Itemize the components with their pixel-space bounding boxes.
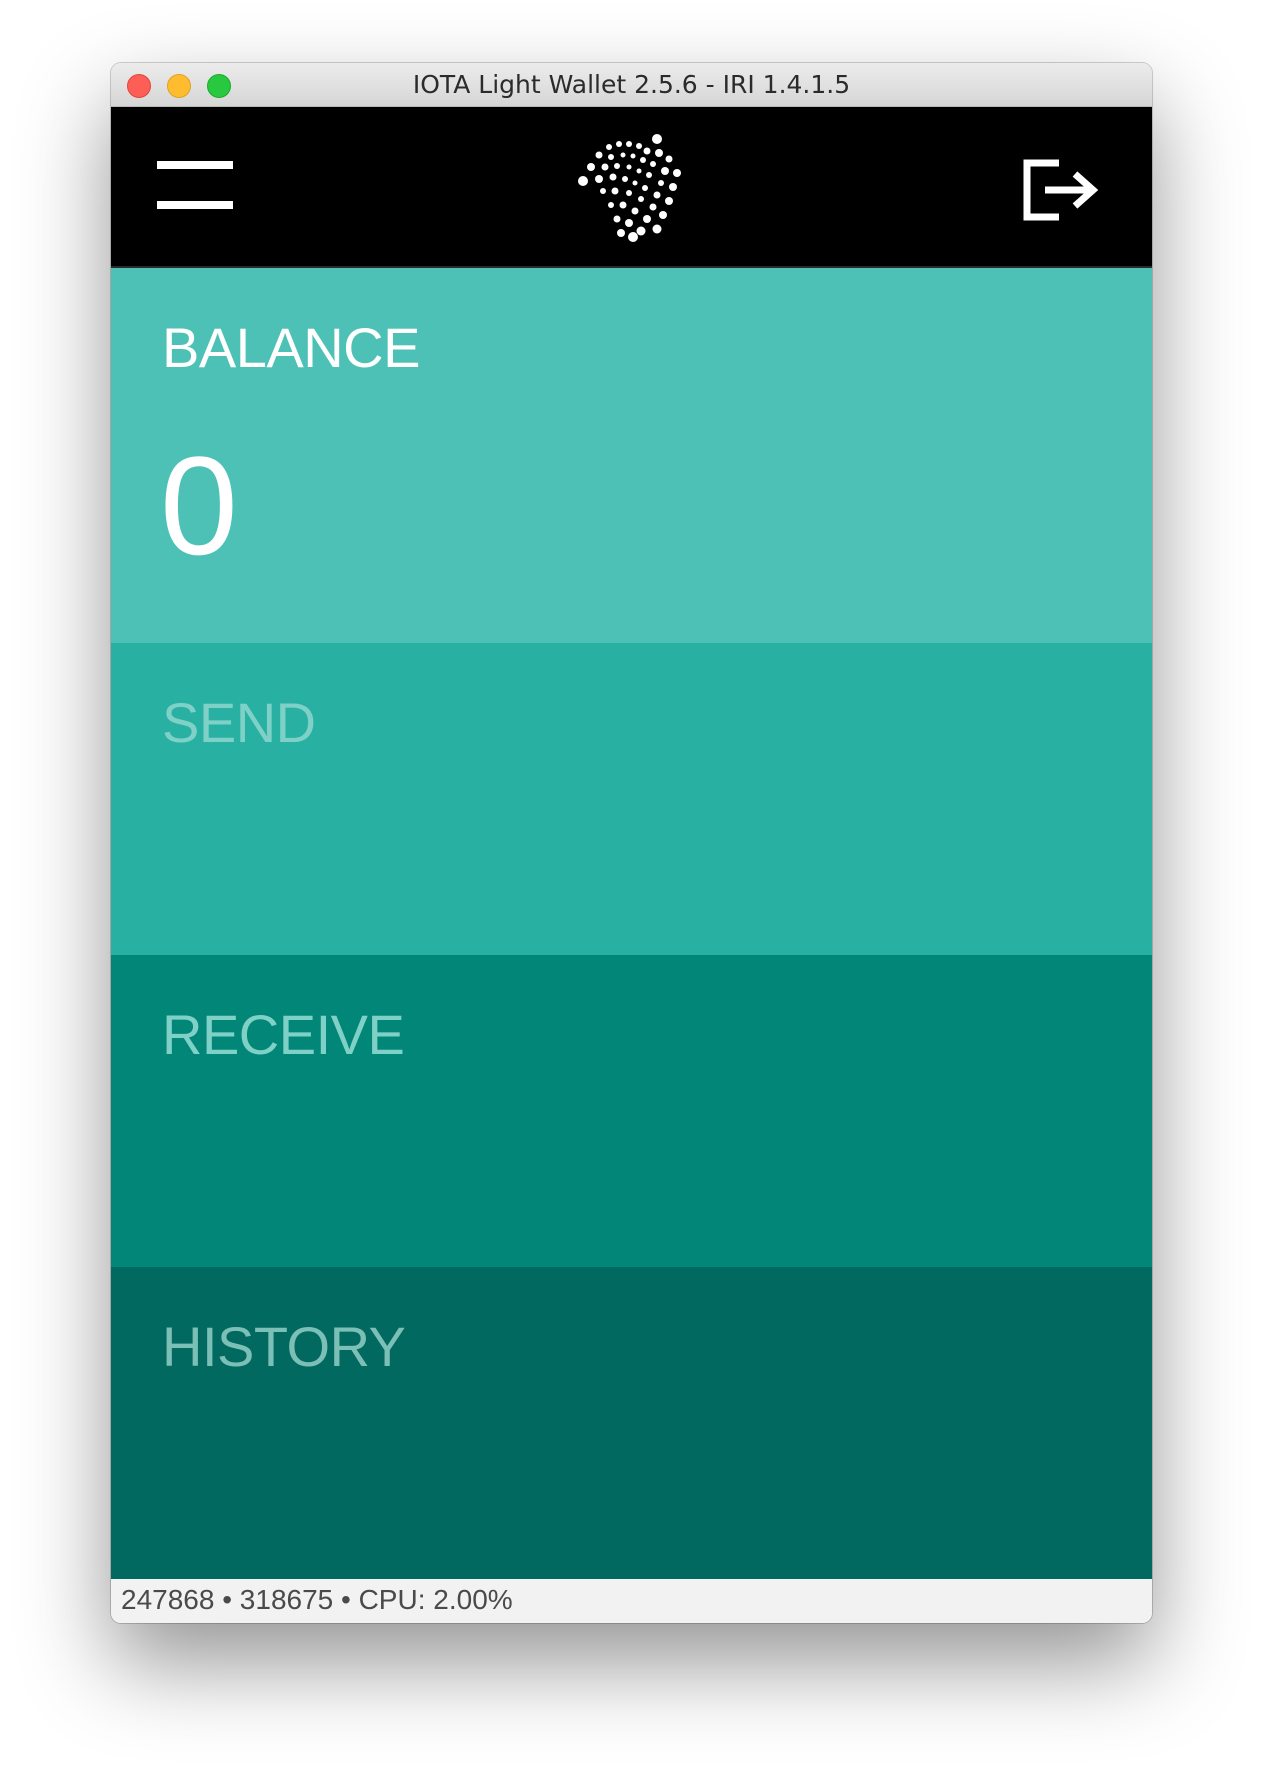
balance-label: BALANCE — [162, 316, 420, 379]
title-bar[interactable]: IOTA Light Wallet 2.5.6 - IRI 1.4.1.5 — [111, 63, 1152, 107]
iota-logo-icon — [577, 133, 687, 243]
balance-value: 0 — [160, 427, 238, 584]
logout-icon — [1023, 159, 1099, 221]
send-label: SEND — [162, 691, 316, 754]
balance-section[interactable]: BALANCE 0 — [111, 268, 1152, 643]
menu-button[interactable] — [157, 161, 233, 209]
app-header — [111, 107, 1152, 268]
status-text: 247868 • 318675 • CPU: 2.00% — [121, 1584, 513, 1615]
history-section[interactable]: HISTORY — [111, 1267, 1152, 1579]
receive-section[interactable]: RECEIVE — [111, 955, 1152, 1267]
app-window: IOTA Light Wallet 2.5.6 - IRI 1.4.1.5 BA… — [111, 63, 1152, 1623]
send-section[interactable]: SEND — [111, 643, 1152, 955]
receive-label: RECEIVE — [162, 1003, 405, 1066]
logout-button[interactable] — [1021, 157, 1103, 223]
status-bar: 247868 • 318675 • CPU: 2.00% — [111, 1579, 1152, 1623]
history-label: HISTORY — [162, 1315, 406, 1378]
hamburger-menu-icon — [157, 161, 233, 209]
window-title: IOTA Light Wallet 2.5.6 - IRI 1.4.1.5 — [412, 70, 851, 99]
